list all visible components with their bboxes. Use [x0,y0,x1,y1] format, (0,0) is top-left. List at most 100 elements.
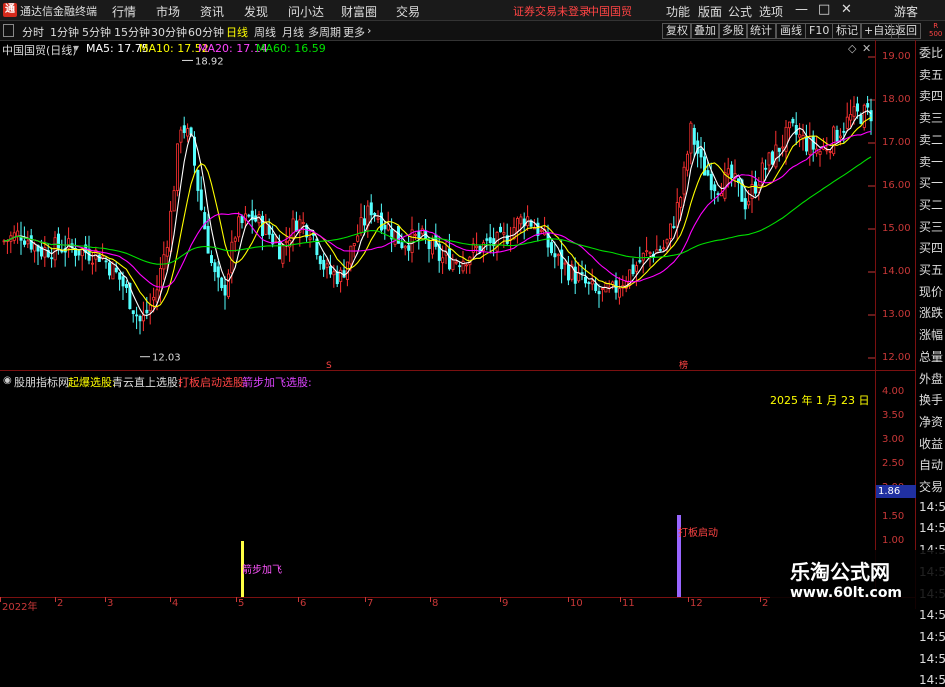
candle-body [669,223,673,239]
period-timeshare[interactable]: 分时 [22,24,44,40]
candle-body [376,217,380,220]
candle-body [502,232,506,235]
time-tick-mark [430,597,431,602]
settings-icon[interactable]: ◉ [3,375,12,386]
quote-field-18: 收益 [919,436,944,451]
candle-body [349,245,353,265]
mark-button[interactable]: 标记 [832,23,862,39]
time-tick-mark [170,597,171,602]
tab-daban[interactable]: 打板启动选股: [178,374,248,390]
menu-news[interactable]: 资讯 [200,3,224,20]
candle-body [294,220,298,232]
period-multi[interactable]: 多周期 [308,24,341,40]
menu-wealth[interactable]: 财富圈 [341,3,377,20]
time-tick: 9 [502,598,509,609]
time-tick: 2022年 [2,602,38,613]
more-chevron-icon[interactable]: › [367,24,371,37]
time-tick: 6 [300,598,307,609]
indicator-chart[interactable] [0,390,875,597]
candle-body [658,249,662,251]
candle-body [862,104,866,128]
candle-body [26,240,30,245]
candle-body [726,168,730,175]
maximize-icon[interactable]: □ [818,2,830,17]
candle-body [672,226,676,228]
quote-field-16: 换手 [919,393,944,408]
guest-login[interactable]: 游客 [894,3,918,20]
candle-body [162,254,166,270]
menu-trade[interactable]: 交易 [396,3,420,20]
period-1min[interactable]: 1分钟 [50,24,79,40]
statistics-button[interactable]: 统计 [746,23,776,39]
app-name: 通达信金融终端 [20,5,97,18]
candle-body [573,266,577,284]
candle-body [788,121,792,129]
signal-label-jianbu: 箭步加飞 [242,565,282,576]
close-icon[interactable]: ✕ [841,2,852,17]
menu-layout[interactable]: 版面 [698,3,722,20]
candle-body [553,253,557,258]
candle-body [152,296,156,301]
menu-formula[interactable]: 公式 [728,3,752,20]
tab-qibao[interactable]: 起爆选股: [68,374,116,390]
candlestick-chart[interactable]: 18.92 12.03 S 榜 [0,40,875,370]
period-30min[interactable]: 30分钟 [151,24,187,40]
minimize-icon[interactable]: — [795,2,808,17]
candle-body [77,250,81,256]
period-more[interactable]: 更多 [343,24,365,40]
candle-body [832,126,836,155]
draw-line-button[interactable]: 画线 [776,23,806,39]
candle-body [359,217,363,234]
time-tick: 8 [432,598,439,609]
watermark-box: 乐淘公式网 www.60lt.com [770,550,945,609]
quote-field-12: 涨跌 [919,306,944,321]
candle-body [196,169,200,191]
price-axis: 19.00 18.00 17.00 16.00 15.00 14.00 13.0… [875,40,916,370]
period-15min[interactable]: 15分钟 [114,24,150,40]
high-label: 18.92 [195,56,224,67]
period-5min[interactable]: 5分钟 [82,24,111,40]
period-weekly[interactable]: 周线 [254,24,276,40]
sidebar-toggle-icon[interactable] [3,24,14,37]
tab-jianbu[interactable]: 箭步加飞选股: [242,374,312,390]
time-tick: 3 [107,598,114,609]
candle-body [247,214,251,217]
back-button[interactable]: 返回 [891,23,921,39]
candle-body [556,254,560,257]
tab-qingyun[interactable]: 青云直上选股: [112,374,182,390]
menu-options[interactable]: 选项 [759,3,783,20]
login-status[interactable]: 证券交易未登录 [513,3,590,19]
candle-body [223,284,227,296]
candle-body [277,241,281,260]
candle-body [111,263,115,280]
quote-field-27: 14:56 [919,629,945,644]
candle-body [587,282,591,284]
menu-discover[interactable]: 发现 [244,3,268,20]
candle-body [325,263,329,268]
menu-function[interactable]: 功能 [666,3,690,20]
candle-body [563,262,567,265]
period-60min[interactable]: 60分钟 [188,24,224,40]
candle-body [842,130,846,133]
candle-body [417,231,421,239]
menu-ask[interactable]: 问小达 [288,3,324,20]
candle-body [743,198,747,210]
quote-field-0: 委比 [919,46,944,60]
quote-field-1: 卖五 [919,67,944,82]
candle-body [852,106,856,117]
ma60-line [3,156,872,265]
candle-body [145,309,149,314]
period-monthly[interactable]: 月线 [282,24,304,40]
candle-body [342,270,346,278]
candle-body [828,150,832,153]
time-tick: 10 [570,598,583,609]
menu-quotes[interactable]: 行情 [112,3,136,20]
adjust-button[interactable]: 复权 [662,23,692,39]
period-daily[interactable]: 日线 [226,24,248,40]
f10-button[interactable]: F10 [805,23,834,39]
menu-market[interactable]: 市场 [156,3,180,20]
multi-stock-button[interactable]: 多股 [718,23,748,39]
quote-field-11: 现价 [919,284,944,299]
candle-body [352,243,356,247]
overlay-button[interactable]: 叠加 [690,23,720,39]
